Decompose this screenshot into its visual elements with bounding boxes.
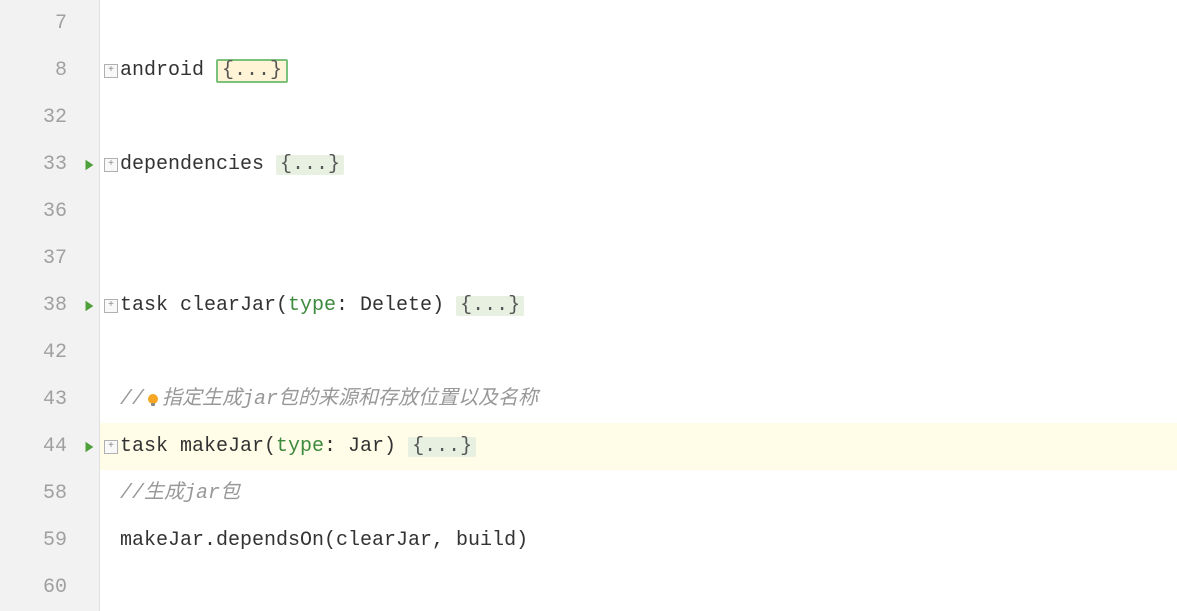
code-keyword: type (288, 296, 336, 316)
code-line[interactable]: // 指定生成jar包的来源和存放位置以及名称 (100, 376, 1177, 423)
line-number: 8 (55, 61, 67, 81)
comment-text: 生成jar包 (144, 484, 240, 504)
folded-region[interactable]: {...} (456, 296, 524, 316)
line-number: 60 (43, 578, 67, 598)
gutter-row: 8 (0, 47, 99, 94)
comment-text: // (120, 390, 144, 410)
gutter-row: 7 (0, 0, 99, 47)
gutter-row: 43 (0, 376, 99, 423)
folded-region[interactable]: {...} (216, 59, 288, 83)
gutter-row: 36 (0, 188, 99, 235)
line-number: 44 (43, 437, 67, 457)
gutter-row: 58 (0, 470, 99, 517)
code-area[interactable]: + android {...} + dependencies {...} + t (100, 0, 1177, 611)
code-line[interactable]: + dependencies {...} (100, 141, 1177, 188)
folded-region[interactable]: {...} (276, 155, 344, 175)
comment-text: 指定生成jar包的来源和存放位置以及名称 (162, 390, 538, 410)
code-line[interactable] (100, 188, 1177, 235)
gutter: 7 8 32 33 36 37 38 42 43 (0, 0, 100, 611)
code-line[interactable]: makeJar.dependsOn(clearJar, build) (100, 517, 1177, 564)
code-line[interactable] (100, 94, 1177, 141)
code-line[interactable]: + android {...} (100, 47, 1177, 94)
line-number: 36 (43, 202, 67, 222)
gutter-row: 33 (0, 141, 99, 188)
run-gutter-icon[interactable] (81, 439, 97, 455)
code-line[interactable] (100, 235, 1177, 282)
gutter-row: 32 (0, 94, 99, 141)
code-identifier: dependencies (120, 155, 276, 175)
line-number: 37 (43, 249, 67, 269)
fold-expand-icon[interactable]: + (104, 440, 118, 454)
code-keyword: type (276, 437, 324, 457)
fold-expand-icon[interactable]: + (104, 158, 118, 172)
gutter-row: 37 (0, 235, 99, 282)
intention-bulb-icon[interactable] (145, 392, 161, 408)
code-line[interactable]: + task clearJar(type: Delete) {...} (100, 282, 1177, 329)
line-number: 33 (43, 155, 67, 175)
code-line[interactable] (100, 0, 1177, 47)
gutter-row: 42 (0, 329, 99, 376)
comment-text: // (120, 484, 144, 504)
code-line[interactable] (100, 564, 1177, 611)
line-number: 7 (55, 14, 67, 34)
code-line[interactable] (100, 329, 1177, 376)
run-gutter-icon[interactable] (81, 298, 97, 314)
line-number: 42 (43, 343, 67, 363)
line-number: 59 (43, 531, 67, 551)
folded-region[interactable]: {...} (408, 437, 476, 457)
code-text: task clearJar( (120, 296, 288, 316)
code-text: : Delete) (336, 296, 456, 316)
run-gutter-icon[interactable] (81, 157, 97, 173)
code-text: task makeJar( (120, 437, 276, 457)
code-identifier: android (120, 61, 216, 81)
fold-expand-icon[interactable]: + (104, 64, 118, 78)
code-line[interactable]: //生成jar包 (100, 470, 1177, 517)
code-text: : Jar) (324, 437, 408, 457)
code-editor: 7 8 32 33 36 37 38 42 43 (0, 0, 1177, 611)
line-number: 32 (43, 108, 67, 128)
gutter-row: 60 (0, 564, 99, 611)
line-number: 38 (43, 296, 67, 316)
gutter-row: 44 (0, 423, 99, 470)
code-text: makeJar.dependsOn(clearJar, build) (120, 531, 528, 551)
gutter-row: 38 (0, 282, 99, 329)
code-line-current[interactable]: + task makeJar(type: Jar) {...} (100, 423, 1177, 470)
gutter-row: 59 (0, 517, 99, 564)
fold-expand-icon[interactable]: + (104, 299, 118, 313)
line-number: 58 (43, 484, 67, 504)
line-number: 43 (43, 390, 67, 410)
